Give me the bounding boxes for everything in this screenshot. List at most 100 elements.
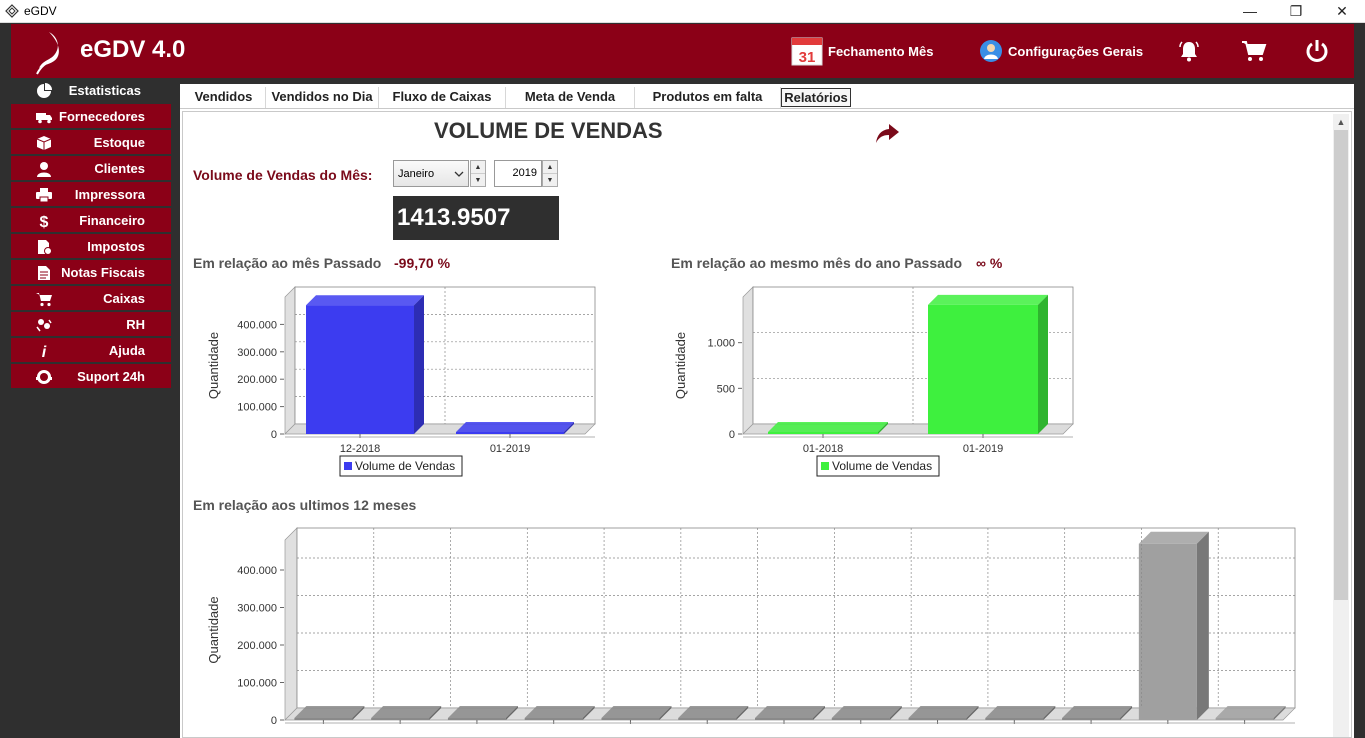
tab-vendidos[interactable]: Vendidos — [182, 87, 266, 108]
window-title: eGDV — [24, 4, 57, 18]
tab-produtos-em-falta[interactable]: Produtos em falta — [635, 87, 781, 108]
bar-top — [371, 706, 442, 718]
main-content: Vendidos Vendidos no Dia Fluxo de Caixas… — [180, 84, 1354, 738]
spinner-up-icon[interactable]: ▲ — [471, 161, 485, 174]
calendar-day: 31 — [799, 49, 816, 66]
sidebar-item-clientes[interactable]: Clientes — [11, 156, 171, 182]
tab-vendidos-no-dia[interactable]: Vendidos no Dia — [266, 87, 379, 108]
share-icon[interactable] — [875, 122, 901, 146]
legend-swatch — [821, 462, 829, 470]
cart-button[interactable] — [1241, 24, 1267, 78]
year-spinner[interactable]: ▲ ▼ — [542, 160, 558, 187]
tab-relatorios[interactable]: Relatórios — [781, 88, 851, 107]
spinner-up-icon[interactable]: ▲ — [543, 161, 557, 174]
sidebar-label: Estatisticas — [68, 83, 141, 98]
prev-month-percentage: -99,70 % — [394, 255, 451, 271]
sidebar-label: Financeiro — [79, 213, 145, 228]
y-tick-label: 300.000 — [237, 603, 277, 615]
pie-chart-icon — [37, 83, 52, 98]
maximize-button[interactable]: ❐ — [1273, 0, 1319, 23]
sidebar-label: Impressora — [74, 187, 145, 202]
svg-text:$: $ — [40, 214, 49, 229]
bar-top — [985, 706, 1056, 718]
bar-top — [1138, 531, 1209, 544]
spinner-down-icon[interactable]: ▼ — [471, 174, 485, 187]
x-tick-label: 01-2018 — [803, 443, 843, 455]
close-window-button[interactable]: ✕ — [1319, 0, 1365, 23]
sidebar-label: Fornecedores — [59, 109, 145, 124]
bar-top — [831, 706, 902, 718]
sidebar-item-notas-fiscais[interactable]: Notas Fiscais — [11, 260, 171, 286]
sidebar-label: Notas Fiscais — [61, 265, 145, 280]
bar-top — [1215, 706, 1286, 718]
configuracoes-gerais-button[interactable]: Configurações Gerais — [979, 24, 1143, 78]
sidebar-item-rh[interactable]: RH — [11, 312, 171, 338]
bar — [985, 718, 1044, 720]
app-window-icon — [5, 4, 19, 18]
sidebar-item-financeiro[interactable]: $ Financeiro — [11, 208, 171, 234]
bar — [1062, 718, 1121, 720]
sidebar-label: Clientes — [94, 161, 145, 176]
chart-legend: Volume de Vendas — [339, 455, 463, 477]
sidebar-label: Impostos — [87, 239, 145, 254]
bell-icon — [1179, 41, 1199, 62]
sidebar-label: Ajuda — [108, 343, 145, 358]
year-field[interactable]: 2019 — [494, 160, 542, 187]
chart-side-wall — [284, 527, 298, 721]
sidebar-label: Suport 24h — [77, 369, 145, 384]
cart-icon — [36, 293, 52, 307]
printer-icon — [36, 188, 52, 203]
bar-top — [294, 706, 365, 718]
svg-text:i: i — [42, 344, 47, 359]
x-tick-label: 01-2019 — [490, 443, 530, 455]
report-panel: VOLUME DE VENDAS Volume de Vendas do Mês… — [182, 111, 1352, 738]
y-axis-label: Quantidade — [206, 332, 221, 399]
sidebar-item-ajuda[interactable]: i Ajuda — [11, 338, 171, 364]
y-tick-label: 300.000 — [237, 347, 277, 359]
minimize-button[interactable]: — — [1227, 0, 1273, 23]
bar-top — [1062, 706, 1133, 718]
fechamento-mes-button[interactable]: 31 Fechamento Mês — [791, 24, 933, 78]
dollar-icon: $ — [40, 214, 49, 229]
bar — [294, 718, 353, 720]
scroll-up-icon[interactable]: ▲ — [1333, 114, 1349, 130]
power-button[interactable] — [1304, 24, 1330, 78]
tax-document-icon — [38, 240, 52, 255]
vertical-scrollbar[interactable]: ▲ — [1333, 114, 1349, 737]
prev-month-chart: 0 100.000 200.000 300.000 400.000 Quantidade 1… — [206, 286, 596, 477]
sidebar-item-impressora[interactable]: Impressora — [11, 182, 171, 208]
spinner-down-icon[interactable]: ▼ — [543, 174, 557, 187]
prev-year-label: Em relação ao mesmo mês do ano Passado — [671, 255, 963, 271]
prev-year-chart: 0 500 1.000 Quantidade 01-2018 01-2019 Volume … — [673, 286, 1074, 477]
tab-fluxo-de-caixas[interactable]: Fluxo de Caixas — [379, 87, 506, 108]
y-tick-label: 100.000 — [237, 402, 277, 414]
bar — [831, 718, 890, 720]
sidebar-item-impostos[interactable]: Impostos — [11, 234, 171, 260]
fechamento-mes-label: Fechamento Mês — [828, 43, 934, 59]
calendar-icon: 31 — [791, 37, 823, 66]
shopping-cart-icon — [1242, 41, 1267, 61]
notifications-button[interactable] — [1177, 24, 1201, 78]
month-select[interactable]: Janeiro — [393, 160, 469, 187]
bar — [371, 718, 430, 720]
bar-side — [1196, 531, 1209, 720]
box-icon — [36, 136, 52, 150]
sidebar-item-caixas[interactable]: Caixas — [11, 286, 171, 312]
y-tick-label: 1.000 — [707, 338, 735, 350]
bar — [456, 432, 564, 434]
tab-meta-de-venda[interactable]: Meta de Venda — [506, 87, 635, 108]
app-header: eGDV 4.0 31 Fechamento Mês Configurações… — [11, 24, 1354, 78]
sidebar-item-suport-24h[interactable]: Suport 24h — [11, 364, 171, 390]
chart-side-wall — [284, 286, 296, 435]
scrollbar-thumb[interactable] — [1334, 130, 1348, 600]
sidebar-label: Caixas — [103, 291, 145, 306]
month-spinner[interactable]: ▲ ▼ — [470, 160, 486, 187]
y-tick-label: 400.000 — [237, 565, 277, 577]
bar-top — [908, 706, 979, 718]
sidebar-item-fornecedores[interactable]: Fornecedores — [11, 104, 171, 130]
sidebar-item-estoque[interactable]: Estoque — [11, 130, 171, 156]
x-tick-label: 01-2019 — [963, 443, 1003, 455]
chevron-down-icon — [454, 171, 464, 177]
bar — [601, 718, 660, 720]
sidebar-item-estatisticas[interactable]: Estatisticas — [11, 78, 171, 104]
